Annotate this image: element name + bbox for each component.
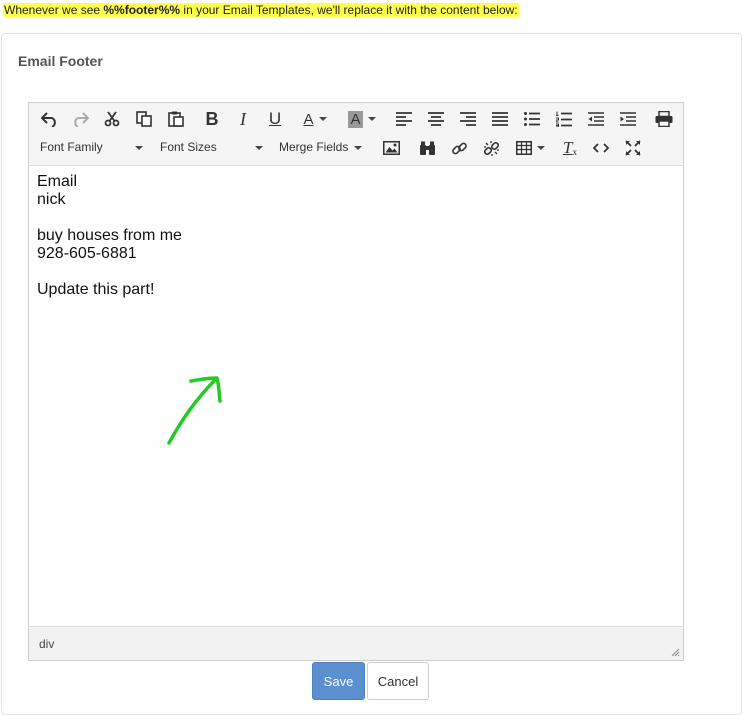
font-color-icon: A: [303, 110, 314, 128]
bold-button[interactable]: B: [199, 107, 225, 131]
panel-title: Email Footer: [18, 53, 103, 69]
clear-format-button[interactable]: Tx: [557, 136, 583, 160]
source-code-icon[interactable]: [588, 136, 614, 160]
chevron-down-icon: [135, 146, 143, 150]
image-icon[interactable]: [378, 136, 404, 160]
content-line: Update this part!: [37, 281, 155, 298]
notice-text-end: in your Email Templates, we'll replace i…: [180, 3, 518, 17]
back-color-icon: A: [348, 110, 363, 128]
font-color-button[interactable]: A: [295, 107, 335, 131]
element-path[interactable]: div: [39, 637, 54, 651]
content-line: Email: [37, 173, 78, 190]
font-sizes-select[interactable]: Font Sizes: [153, 135, 269, 159]
print-icon[interactable]: [651, 107, 677, 131]
chevron-down-icon: [536, 146, 545, 150]
content-line: [37, 263, 182, 281]
align-left-icon[interactable]: [391, 107, 417, 131]
align-justify-icon[interactable]: [487, 107, 513, 131]
copy-icon[interactable]: [131, 107, 157, 131]
fullscreen-icon[interactable]: [620, 136, 646, 160]
content-line: nick: [37, 191, 66, 208]
back-color-button[interactable]: A: [342, 107, 382, 131]
link-icon[interactable]: [446, 136, 472, 160]
underline-button[interactable]: U: [262, 107, 288, 131]
find-binoculars-icon[interactable]: [414, 136, 440, 160]
chevron-down-icon: [318, 117, 327, 121]
merge-fields-select[interactable]: Merge Fields: [272, 135, 368, 159]
chevron-down-icon: [354, 146, 362, 150]
save-button[interactable]: Save: [312, 662, 365, 700]
resize-handle-icon[interactable]: [671, 648, 680, 657]
chevron-down-icon: [255, 146, 263, 150]
cut-icon[interactable]: [99, 107, 125, 131]
merge-fields-label: Merge Fields: [279, 140, 349, 154]
align-center-icon[interactable]: [423, 107, 449, 131]
table-button[interactable]: [510, 136, 550, 160]
cancel-button[interactable]: Cancel: [367, 662, 429, 700]
unlink-icon[interactable]: [478, 136, 504, 160]
undo-icon[interactable]: [37, 107, 63, 131]
indent-icon[interactable]: [615, 107, 641, 131]
green-arrow-annotation: [167, 376, 222, 445]
font-family-label: Font Family: [40, 140, 103, 154]
clear-format-icon: T: [563, 138, 573, 157]
numbered-list-icon[interactable]: [551, 107, 577, 131]
font-family-select[interactable]: Font Family: [33, 135, 149, 159]
table-icon: [515, 141, 532, 155]
redo-icon[interactable]: [67, 107, 93, 131]
italic-button[interactable]: I: [230, 107, 256, 131]
rich-text-editor: B I U A A Font Family Font Sizes Merge F…: [28, 102, 684, 661]
paste-icon[interactable]: [163, 107, 189, 131]
outdent-icon[interactable]: [583, 107, 609, 131]
footer-notice: Whenever we see %%footer%% in your Email…: [3, 3, 519, 17]
content-line: 928-605-6881: [37, 245, 137, 262]
chevron-down-icon: [367, 117, 376, 121]
align-right-icon[interactable]: [455, 107, 481, 131]
notice-text: Whenever we see: [4, 3, 104, 17]
font-sizes-label: Font Sizes: [160, 140, 217, 154]
bullet-list-icon[interactable]: [519, 107, 545, 131]
editor-toolbar: B I U A A Font Family Font Sizes Merge F…: [29, 103, 683, 166]
footer-token: %%footer%%: [103, 3, 181, 17]
editor-content[interactable]: Email nick buy houses from me 928-605-68…: [37, 173, 182, 299]
editor-statusbar: div: [29, 626, 683, 660]
content-line: [37, 209, 182, 227]
content-line: buy houses from me: [37, 227, 182, 244]
